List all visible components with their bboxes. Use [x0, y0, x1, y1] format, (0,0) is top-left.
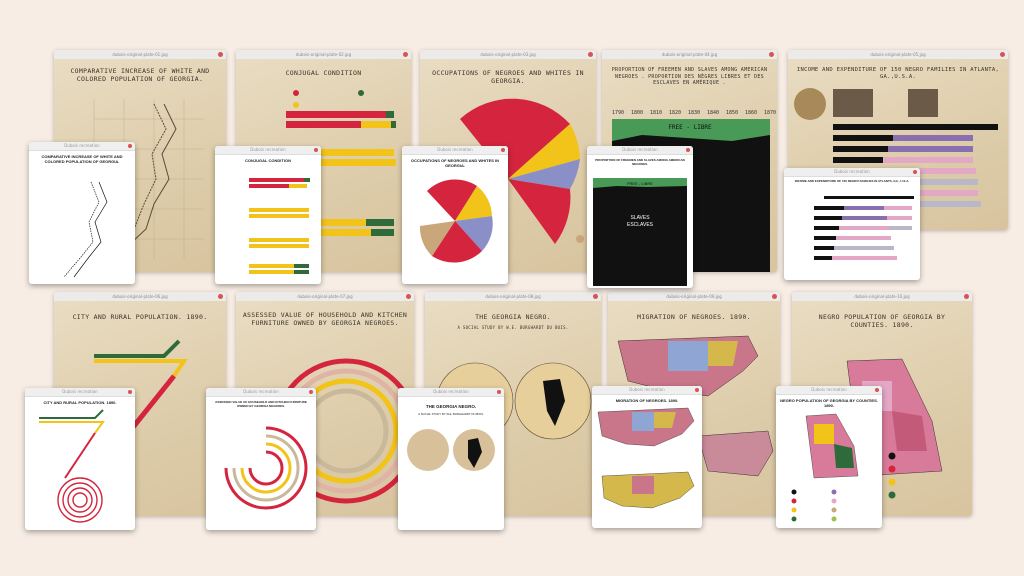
close-icon[interactable] [406, 294, 411, 299]
window-filename: dubois-original-plate-10.jpg [854, 294, 910, 299]
recreation-window-2[interactable]: Dubois recreation CONJUGAL CONDITION [215, 146, 321, 284]
free-label: FREE - LIBRE [668, 124, 712, 131]
globe-recreation [407, 429, 495, 471]
recreation-window-7[interactable]: Dubois recreation ASSESSED VALUE OF HOUS… [206, 388, 316, 530]
close-icon[interactable] [769, 52, 774, 57]
recreation-window-5[interactable]: Dubois recreation INCOME AND EXPENDITURE… [784, 168, 920, 280]
year-tick: 1860 [745, 110, 757, 116]
year-tick: 1870 [764, 110, 776, 116]
window-filename: dubois-original-plate-02.jpg [295, 52, 352, 57]
close-icon[interactable] [588, 52, 593, 57]
map-recreation [597, 407, 695, 509]
window-filename: dubois-original-plate-04.jpg [661, 52, 718, 57]
window-filename: dubois-original-plate-08.jpg [485, 294, 541, 299]
year-tick: 1800 [631, 110, 643, 116]
year-tick: 1840 [707, 110, 719, 116]
stacked-bar-recreation [814, 196, 914, 260]
pie-chart-recreation [419, 179, 493, 263]
close-icon[interactable] [1000, 52, 1005, 57]
close-icon[interactable] [964, 294, 969, 299]
free-label: FREE - LIBRE [627, 181, 653, 186]
window-filename: dubois-original-plate-03.jpg [480, 52, 536, 57]
recreation-window-1[interactable]: Dubois recreation COMPARATIVE INCREASE O… [29, 142, 135, 284]
esclaves-label: ESCLAVES [627, 222, 654, 228]
close-icon[interactable] [772, 294, 777, 299]
map-recreation [791, 413, 859, 522]
area-chart-recreation: FREE - LIBRE SLAVES ESCLAVES [593, 178, 687, 286]
line-chart-recreation [63, 181, 108, 278]
year-tick: 1830 [688, 110, 700, 116]
year-ticks: 1790 1800 1810 1820 1830 1840 1850 1860 1870 [612, 110, 776, 116]
window-filename: dubois-original-plate-07.jpg [297, 294, 353, 299]
recreation-window-4[interactable]: Dubois recreation PROPORTION OF FREEMEN … [587, 146, 693, 288]
window-filename: dubois-original-plate-09.jpg [666, 294, 722, 299]
window-filename: dubois-original-plate-06.jpg [112, 294, 168, 299]
year-tick: 1810 [650, 110, 662, 116]
window-filename: dubois-original-plate-05.jpg [870, 52, 926, 57]
year-tick: 1850 [726, 110, 738, 116]
recreation-window-3[interactable]: Dubois recreation OCCUPATIONS OF NEGROES… [402, 146, 508, 284]
close-icon[interactable] [218, 294, 223, 299]
recreation-window-10[interactable]: Dubois recreation NEGRO POPULATION OF GE… [776, 386, 882, 528]
year-tick: 1790 [612, 110, 624, 116]
recreation-window-8[interactable]: Dubois recreation THE GEORGIA NEGRO. A S… [398, 388, 504, 530]
spiral-recreation [39, 409, 105, 523]
recreation-window-6[interactable]: Dubois recreation CITY AND RURAL POPULAT… [25, 388, 135, 530]
window-filename: dubois-original-plate-01.jpg [112, 52, 168, 57]
close-icon[interactable] [403, 52, 408, 57]
close-icon[interactable] [593, 294, 598, 299]
close-icon[interactable] [218, 52, 223, 57]
slaves-label: SLAVES [630, 215, 650, 221]
recreation-window-9[interactable]: Dubois recreation MIGRATION OF NEGROES. … [592, 386, 702, 528]
year-tick: 1820 [669, 110, 681, 116]
bar-chart-recreation [249, 178, 310, 274]
spiral-recreation [224, 426, 308, 510]
